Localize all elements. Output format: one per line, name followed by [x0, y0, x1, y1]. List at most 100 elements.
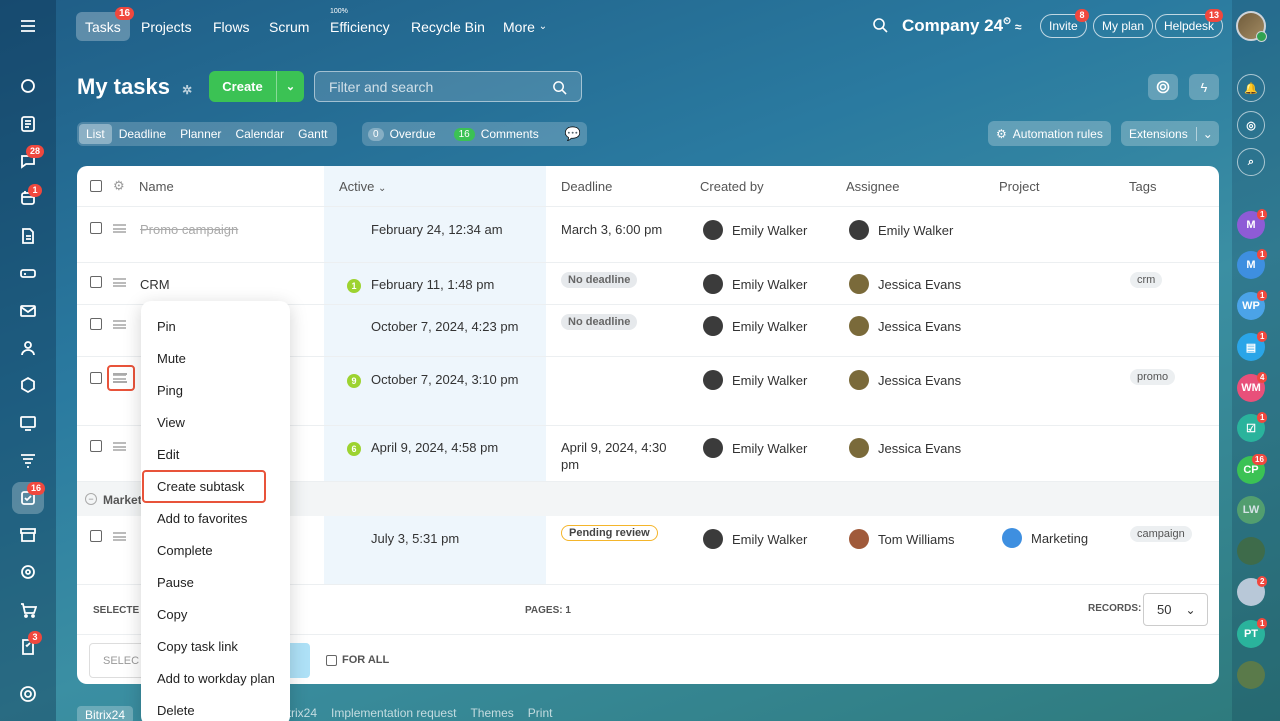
row-checkbox[interactable]	[90, 222, 102, 234]
menu-item-add-to-workday-plan[interactable]: Add to workday plan	[141, 662, 290, 694]
view-tab-gantt[interactable]: Gantt	[291, 124, 334, 144]
task-creator[interactable]: Emily Walker	[703, 274, 807, 294]
drag-handle-icon[interactable]	[113, 532, 126, 541]
no-deadline-badge[interactable]: No deadline	[561, 272, 638, 288]
task-creator[interactable]: Emily Walker	[703, 529, 807, 549]
for-all-checkbox[interactable]: FOR ALL	[326, 654, 389, 666]
row-checkbox[interactable]	[90, 530, 102, 542]
view-tab-calendar[interactable]: Calendar	[228, 124, 291, 144]
gear-icon[interactable]: ⚙	[113, 178, 125, 194]
collapse-icon[interactable]: −	[85, 493, 97, 505]
board-icon[interactable]	[14, 409, 42, 437]
footer-link[interactable]: Themes	[470, 706, 513, 721]
settings-icon[interactable]	[14, 680, 42, 708]
col-deadline[interactable]: Deadline	[561, 179, 612, 194]
feed-icon[interactable]	[14, 110, 42, 138]
search-icon[interactable]	[872, 17, 888, 38]
task-deadline[interactable]: March 3, 6:00 pm	[561, 222, 662, 237]
task-creator[interactable]: Emily Walker	[703, 438, 807, 458]
hexagon-icon[interactable]	[14, 371, 42, 399]
tab-more[interactable]: More ⌄	[495, 12, 555, 41]
tag-badge[interactable]: crm	[1130, 272, 1163, 288]
my-plan-button[interactable]: My plan	[1093, 14, 1154, 38]
automation-rules-button[interactable]: ⚙ Automation rules	[988, 121, 1111, 146]
row-checkbox[interactable]	[90, 318, 102, 330]
pin-icon[interactable]: ✲	[182, 83, 192, 97]
drag-handle-icon[interactable]	[113, 224, 126, 233]
view-tab-planner[interactable]: Planner	[173, 124, 228, 144]
tab-flows[interactable]: Flows	[205, 12, 258, 41]
row-menu-icon[interactable]	[113, 373, 127, 383]
drag-handle-icon[interactable]	[113, 442, 126, 451]
avatar[interactable]: LW	[1237, 496, 1265, 524]
menu-item-edit[interactable]: Edit	[141, 438, 290, 470]
chat-search-icon[interactable]: ⌕	[1237, 148, 1265, 176]
tag-badge[interactable]: campaign	[1130, 526, 1192, 542]
gear-button[interactable]	[1148, 74, 1178, 100]
drag-handle-icon[interactable]	[113, 278, 126, 287]
task-project[interactable]: Marketing	[1002, 528, 1088, 548]
chevron-down-icon[interactable]: ⌄	[276, 71, 304, 102]
tasks-nav-icon[interactable]: 16	[12, 482, 46, 514]
tag-badge[interactable]: promo	[1130, 369, 1176, 385]
checkbox[interactable]	[326, 654, 337, 666]
avatar[interactable]	[1237, 537, 1265, 565]
menu-item-view[interactable]: View	[141, 406, 290, 438]
company-name[interactable]: Company 24⏲ ≈	[902, 16, 1022, 36]
task-creator[interactable]: Emily Walker	[703, 220, 807, 240]
target-icon[interactable]	[14, 558, 42, 586]
avatar[interactable]	[1237, 661, 1265, 689]
create-button[interactable]: Create ⌄	[209, 71, 304, 102]
calendar-icon[interactable]: 1	[14, 184, 42, 212]
row-checkbox[interactable]	[90, 372, 102, 384]
menu-item-complete[interactable]: Complete	[141, 534, 290, 566]
task-assignee[interactable]: Jessica Evans	[849, 316, 961, 336]
col-name[interactable]: Name	[139, 179, 174, 194]
menu-item-add-to-favorites[interactable]: Add to favorites	[141, 502, 290, 534]
menu-item-ping[interactable]: Ping	[141, 374, 290, 406]
checklist-icon[interactable]: 3	[14, 631, 42, 661]
col-project[interactable]: Project	[999, 179, 1039, 194]
search-input[interactable]: Filter and search	[314, 71, 582, 102]
task-assignee[interactable]: Jessica Evans	[849, 370, 961, 390]
task-assignee[interactable]: Emily Walker	[849, 220, 953, 240]
table-row[interactable]: Promo campaign February 24, 12:34 am Mar…	[77, 206, 1219, 262]
col-assignee[interactable]: Assignee	[846, 179, 899, 194]
task-assignee[interactable]: Jessica Evans	[849, 274, 961, 294]
chat-icon[interactable]: 28	[14, 145, 45, 175]
footer-link[interactable]: Bitrix24	[77, 706, 134, 721]
pending-review-badge[interactable]: Pending review	[561, 525, 658, 541]
select-all-checkbox[interactable]	[90, 180, 102, 192]
bell-icon[interactable]: 🔔	[1237, 74, 1265, 102]
menu-icon[interactable]	[14, 12, 42, 40]
drag-handle-icon[interactable]	[113, 320, 126, 329]
view-tab-list[interactable]: List	[79, 124, 112, 144]
read-all-icon[interactable]: 💬	[565, 126, 581, 142]
task-creator[interactable]: Emily Walker	[703, 370, 807, 390]
task-assignee[interactable]: Tom Williams	[849, 529, 955, 549]
table-row[interactable]: CRM 1 February 11, 1:48 pm No deadline Em…	[77, 262, 1219, 304]
tab-projects[interactable]: Projects	[133, 12, 200, 41]
cart-icon[interactable]	[14, 596, 42, 624]
task-creator[interactable]: Emily Walker	[703, 316, 807, 336]
footer-link[interactable]: Bitrix24	[277, 706, 317, 721]
search-icon[interactable]	[552, 80, 567, 95]
task-deadline[interactable]: April 9, 2024, 4:30	[561, 440, 667, 455]
row-checkbox[interactable]	[90, 276, 102, 288]
menu-item-copy-task-link[interactable]: Copy task link	[141, 630, 290, 662]
menu-item-pin[interactable]: Pin	[141, 310, 290, 342]
col-active[interactable]: Active ⌄	[339, 179, 386, 194]
menu-item-mute[interactable]: Mute	[141, 342, 290, 374]
task-name[interactable]: CRM	[140, 277, 170, 292]
menu-item-pause[interactable]: Pause	[141, 566, 290, 598]
pulse-icon[interactable]	[14, 72, 42, 100]
menu-item-copy[interactable]: Copy	[141, 598, 290, 630]
col-created-by[interactable]: Created by	[700, 179, 764, 194]
task-name[interactable]: Promo campaign	[140, 222, 238, 237]
tab-scrum[interactable]: Scrum	[261, 12, 317, 41]
store-icon[interactable]	[14, 521, 42, 549]
footer-link[interactable]: Implementation request	[331, 706, 456, 721]
lightning-button[interactable]: ϟ	[1189, 74, 1219, 100]
footer-link[interactable]: Print	[528, 706, 553, 721]
copilot-icon[interactable]: ◎	[1237, 111, 1265, 139]
